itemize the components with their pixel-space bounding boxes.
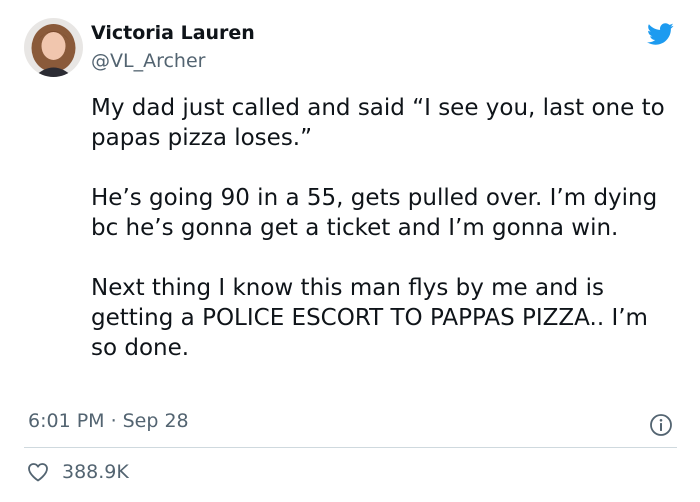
like-button[interactable]: 388.9K xyxy=(26,460,129,484)
avatar[interactable] xyxy=(24,18,83,77)
info-icon[interactable] xyxy=(649,413,673,437)
tweet-date: Sep 28 xyxy=(122,410,189,432)
user-handle[interactable]: @VL_Archer xyxy=(91,50,205,72)
tweet-paragraph: He’s going 90 in a 55, gets pulled over.… xyxy=(91,185,658,241)
like-count: 388.9K xyxy=(62,461,129,483)
twitter-bird-icon[interactable] xyxy=(643,20,677,48)
separator-dot: · xyxy=(110,410,117,432)
display-name[interactable]: Victoria Lauren xyxy=(91,22,255,44)
tweet-timestamp[interactable]: 6:01 PM · Sep 28 xyxy=(28,410,189,432)
tweet-paragraph: Next thing I know this man flys by me an… xyxy=(91,275,648,361)
divider xyxy=(24,447,677,448)
tweet-text: My dad just called and said “I see you, … xyxy=(91,93,681,393)
heart-icon xyxy=(28,463,48,482)
tweet-time: 6:01 PM xyxy=(28,410,105,432)
tweet-paragraph: My dad just called and said “I see you, … xyxy=(91,95,665,151)
